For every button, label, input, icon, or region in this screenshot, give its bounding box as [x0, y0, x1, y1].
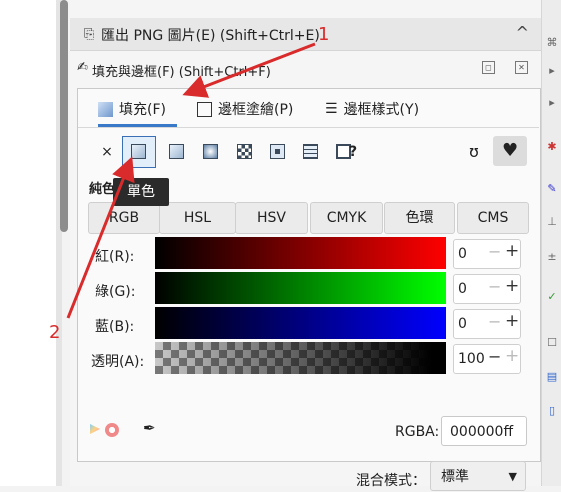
annotation-arrow-1: [182, 42, 316, 98]
annotation-number-1: 1: [318, 24, 330, 45]
annotation-number-2: 2: [49, 322, 61, 343]
annotation-arrows: [66, 42, 316, 319]
annotation-arrow-2: [66, 156, 135, 319]
